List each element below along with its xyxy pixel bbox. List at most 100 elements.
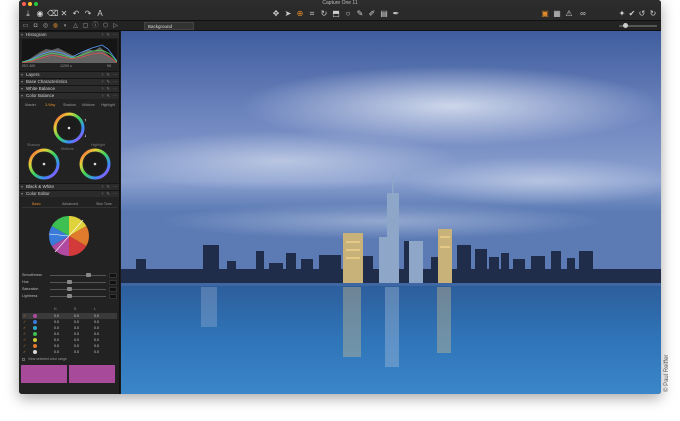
text-icon[interactable]: A (95, 9, 105, 19)
color-editor-wheel[interactable] (47, 214, 91, 258)
local-icon[interactable]: ▢ (81, 22, 90, 30)
slider-knob[interactable] (67, 280, 72, 284)
check-icon[interactable]: ✓ (23, 326, 26, 330)
gradient-icon[interactable]: ▤ (379, 9, 389, 19)
picker-icon[interactable]: ✒ (391, 9, 401, 19)
rotate-icon[interactable]: ↻ (319, 9, 329, 19)
slider-knob[interactable] (86, 273, 91, 277)
image-viewer[interactable] (121, 31, 661, 394)
panel-black-white[interactable]: Black & White? ✎ ⋯ (19, 183, 119, 190)
slider-track[interactable] (50, 282, 106, 283)
spot-icon[interactable]: ○ (343, 9, 353, 19)
panel-controls-icon[interactable]: ? ✎ ⋯ (101, 93, 118, 99)
panel-controls-icon[interactable]: ? ✎ ⋯ (101, 191, 118, 197)
rotate-right-icon[interactable]: ↻ (648, 9, 658, 19)
pan-icon[interactable]: ✥ (271, 9, 281, 19)
view-range-checkbox[interactable] (22, 358, 25, 361)
panel-color-editor[interactable]: Color Editor ? ✎ ⋯ (19, 190, 119, 197)
slider-value-box[interactable] (109, 280, 117, 285)
table-row[interactable]: ✓ 0.0 0.0 0.0 (22, 349, 117, 355)
undo-icon[interactable]: ↶ (71, 9, 81, 19)
copy-icon[interactable]: ✦ (617, 9, 627, 19)
original-color-swatch[interactable] (21, 365, 67, 383)
erase-icon[interactable]: ✐ (367, 9, 377, 19)
capture-icon[interactable]: ◘ (31, 22, 40, 30)
cell-s: 0.0 (74, 320, 79, 324)
grid-icon[interactable]: ▦ (552, 9, 562, 19)
slider-track[interactable] (50, 296, 106, 297)
cell-s: 0.0 (74, 326, 79, 330)
brush-icon[interactable]: ✎ (355, 9, 365, 19)
histogram-graph (22, 39, 117, 63)
hue-slider[interactable]: Hue (22, 280, 117, 285)
layer-select[interactable]: Background (144, 22, 194, 30)
check-icon[interactable]: ✓ (23, 350, 26, 354)
panel-white-balance[interactable]: White Balance? ✎ ⋯ (19, 85, 119, 92)
exposure-icon[interactable]: ◐ (61, 22, 70, 30)
panel-histogram-label: Histogram (26, 32, 47, 37)
lens-icon[interactable]: ◎ (41, 22, 50, 30)
meta-icon[interactable]: ⓘ (91, 22, 100, 30)
zoom-slider[interactable] (619, 23, 657, 28)
slider-value-box[interactable] (109, 287, 117, 292)
slider-knob[interactable] (67, 294, 72, 298)
check-icon[interactable]: ✓ (23, 344, 26, 348)
check-icon[interactable]: ✓ (23, 314, 26, 318)
folder-icon[interactable]: ▭ (21, 22, 30, 30)
warning-icon[interactable]: ⚠ (564, 9, 574, 19)
crop-icon[interactable]: ⌗ (307, 9, 317, 19)
highlight-color-wheel[interactable] (78, 147, 112, 181)
adjusted-color-swatch[interactable] (69, 365, 115, 383)
tab-3-way[interactable]: 3-Way (45, 103, 55, 107)
cell-l: 0.0 (94, 320, 99, 324)
color-icon[interactable]: ◍ (51, 22, 60, 30)
slider-track[interactable] (50, 289, 106, 290)
zoom-icon[interactable]: ⊕ (295, 9, 305, 19)
smoothness-slider[interactable]: Smoothness (22, 273, 117, 278)
tab-skin-tone[interactable]: Skin Tone (96, 202, 112, 206)
glasses-icon[interactable]: ∞ (578, 9, 588, 19)
check-icon[interactable]: ✓ (23, 320, 26, 324)
tab-highlight[interactable]: Highlight (101, 103, 115, 107)
slider-value-box[interactable] (109, 294, 117, 299)
saturation-slider[interactable]: Saturation (22, 287, 117, 292)
detail-icon[interactable]: △ (71, 22, 80, 30)
tab-shadow[interactable]: Shadow (63, 103, 76, 107)
cell-s: 0.0 (74, 314, 79, 318)
color-swatch (33, 320, 37, 324)
cell-l: 0.0 (94, 344, 99, 348)
shadow-color-wheel[interactable] (27, 147, 61, 181)
batch-icon[interactable]: ▷ (111, 22, 120, 30)
panel-color-balance[interactable]: Color Balance ? ✎ ⋯ (19, 92, 119, 99)
panel-histogram[interactable]: Histogram ? ✎ ⋯ (19, 31, 119, 38)
select-icon[interactable]: ➤ (283, 9, 293, 19)
check-icon[interactable]: ✓ (23, 338, 26, 342)
cell-s: 0.0 (74, 344, 79, 348)
camera-icon[interactable]: ◉ (35, 9, 45, 19)
apply-icon[interactable]: ✔ (627, 9, 637, 19)
panel-base-characteristics[interactable]: Base Characteristics? ✎ ⋯ (19, 78, 119, 85)
slider-value-box[interactable] (109, 273, 117, 278)
panel-controls-icon[interactable]: ? ✎ ⋯ (101, 32, 118, 38)
redo-icon[interactable]: ↷ (83, 9, 93, 19)
tab-advanced[interactable]: Advanced (62, 202, 78, 206)
slider-track[interactable] (50, 275, 106, 276)
midtone-color-wheel[interactable] (52, 111, 86, 145)
view-icon[interactable]: ▣ (540, 9, 550, 19)
check-icon[interactable]: ✓ (23, 332, 26, 336)
panel-layers[interactable]: Layers? ✎ ⋯ (19, 71, 119, 78)
lightness-slider[interactable]: Lightness (22, 294, 117, 299)
reset-icon[interactable]: ✕ (59, 9, 69, 19)
rotate-left-icon[interactable]: ↺ (637, 9, 647, 19)
tab-master[interactable]: Master (25, 103, 36, 107)
slider-knob[interactable] (67, 287, 72, 291)
import-icon[interactable]: ⤓ (23, 9, 33, 19)
iso-value: ISO 400 (22, 64, 36, 68)
tab-basic[interactable]: Basic (32, 202, 41, 206)
view-range-toggle[interactable]: View selected color range (22, 357, 117, 363)
output-icon[interactable]: ⬡ (101, 22, 110, 30)
tab-midtone[interactable]: Midtone (82, 103, 95, 107)
zoom-slider-knob[interactable] (623, 23, 628, 28)
delete-icon[interactable]: ⌫ (47, 9, 58, 19)
keystone-icon[interactable]: ⬒ (331, 9, 341, 19)
